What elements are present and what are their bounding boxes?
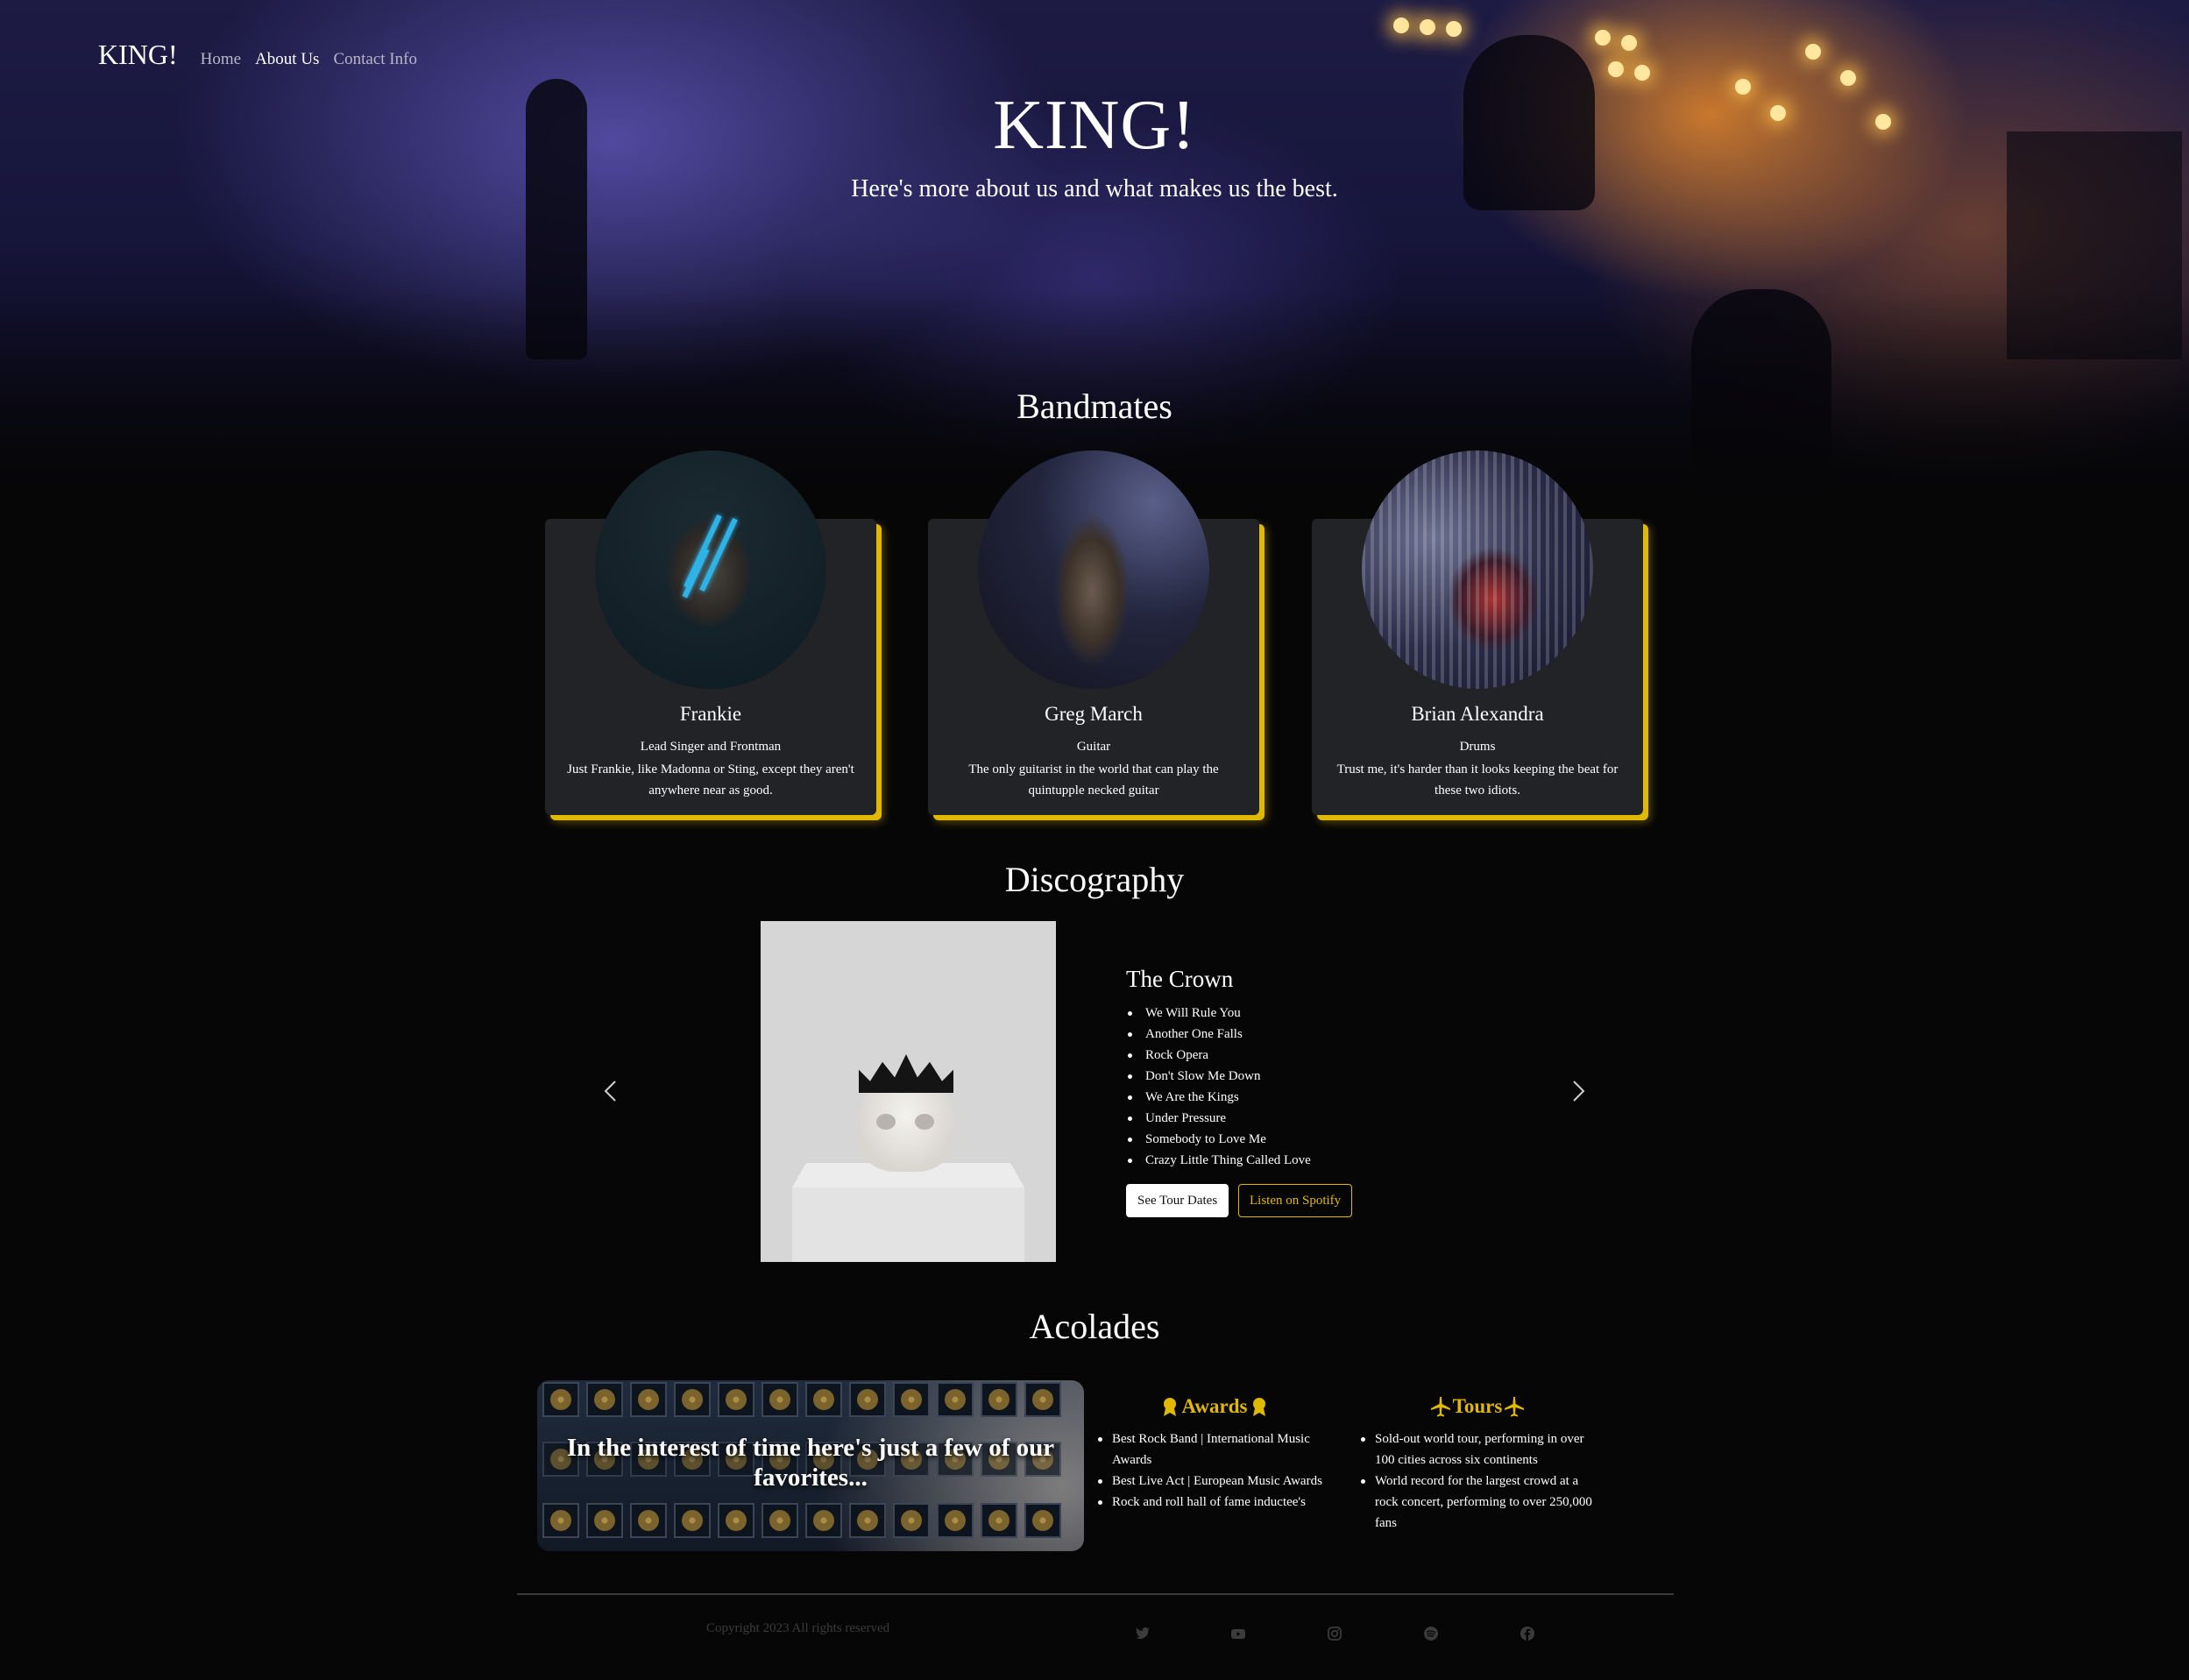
acolades-banner: In the interest of time here's just a fe… bbox=[537, 1380, 1084, 1551]
list-item: We Will Rule You bbox=[1126, 1003, 1311, 1024]
facebook-icon[interactable] bbox=[1520, 1626, 1535, 1641]
tours-heading: Tours bbox=[1452, 1395, 1503, 1417]
avatar bbox=[978, 450, 1209, 689]
awards-heading: Awards bbox=[1181, 1395, 1248, 1417]
bandmate-card-frankie: Frankie Lead Singer and Frontman Just Fr… bbox=[545, 450, 876, 815]
youtube-icon[interactable] bbox=[1230, 1626, 1246, 1641]
tours-list: Sold-out world tour, performing in over … bbox=[1359, 1428, 1596, 1534]
nav-link-about-us[interactable]: About Us bbox=[255, 50, 319, 69]
airplane-icon bbox=[1430, 1396, 1451, 1417]
nav-link-contact-info[interactable]: Contact Info bbox=[333, 50, 417, 69]
top-nav: KING! Home About Us Contact Info bbox=[98, 39, 431, 71]
list-item: Sold-out world tour, performing in over … bbox=[1359, 1428, 1596, 1471]
list-item: Don't Slow Me Down bbox=[1126, 1066, 1311, 1087]
bandmates-heading: Bandmates bbox=[1017, 386, 1172, 426]
list-item: Rock and roll hall of fame inductee's bbox=[1096, 1492, 1333, 1513]
member-role: Drums bbox=[1459, 740, 1496, 754]
hero-banner bbox=[0, 0, 2189, 526]
list-item: Best Live Act | European Music Awards bbox=[1096, 1471, 1333, 1492]
nav-link-home[interactable]: Home bbox=[201, 50, 241, 69]
list-item: Somebody to Love Me bbox=[1126, 1129, 1311, 1150]
avatar bbox=[595, 450, 826, 689]
member-name: Greg March bbox=[1045, 703, 1143, 725]
awards-list: Best Rock Band | International Music Awa… bbox=[1096, 1428, 1333, 1513]
member-role: Lead Singer and Frontman bbox=[640, 740, 782, 754]
member-role: Guitar bbox=[1076, 740, 1111, 754]
twitter-icon[interactable] bbox=[1135, 1626, 1151, 1641]
list-item: Under Pressure bbox=[1126, 1108, 1311, 1129]
list-item: Crazy Little Thing Called Love bbox=[1126, 1150, 1311, 1171]
album-title: The Crown bbox=[1126, 966, 1234, 992]
member-description: Just Frankie, like Madonna or Sting, exc… bbox=[567, 762, 854, 797]
brand-logo[interactable]: KING! bbox=[98, 39, 178, 71]
footer-divider bbox=[517, 1593, 1674, 1595]
page-title: KING! bbox=[993, 87, 1196, 164]
chevron-left-icon[interactable] bbox=[599, 1078, 625, 1104]
discography-heading: Discography bbox=[1004, 860, 1185, 899]
list-item: World record for the largest crowd at a … bbox=[1359, 1471, 1596, 1534]
tours-column: Tours Sold-out world tour, performing in… bbox=[1359, 1395, 1596, 1534]
member-description: The only guitarist in the world that can… bbox=[968, 762, 1219, 797]
copyright-text: Copyright 2023 All rights reserved bbox=[706, 1621, 890, 1635]
member-name: Brian Alexandra bbox=[1411, 703, 1544, 725]
award-icon bbox=[1249, 1396, 1270, 1417]
list-item: Best Rock Band | International Music Awa… bbox=[1096, 1428, 1333, 1471]
listen-on-spotify-button[interactable]: Listen on Spotify bbox=[1238, 1184, 1353, 1217]
acolades-heading: Acolades bbox=[1029, 1307, 1160, 1346]
album-cover bbox=[761, 921, 1056, 1262]
list-item: Another One Falls bbox=[1126, 1024, 1311, 1045]
awards-column: Awards Best Rock Band | International Mu… bbox=[1096, 1395, 1333, 1513]
award-icon bbox=[1159, 1396, 1180, 1417]
chevron-right-icon[interactable] bbox=[1564, 1078, 1590, 1104]
instagram-icon[interactable] bbox=[1327, 1626, 1342, 1641]
see-tour-dates-button[interactable]: See Tour Dates bbox=[1126, 1184, 1229, 1217]
member-name: Frankie bbox=[679, 703, 742, 725]
airplane-icon bbox=[1504, 1396, 1525, 1417]
avatar bbox=[1362, 450, 1593, 689]
list-item: We Are the Kings bbox=[1126, 1087, 1311, 1108]
track-list: We Will Rule You Another One Falls Rock … bbox=[1126, 1003, 1311, 1171]
member-description: Trust me, it's harder than it looks keep… bbox=[1336, 762, 1619, 797]
acolades-banner-text: In the interest of time here's just a fe… bbox=[566, 1434, 1055, 1492]
list-item: Rock Opera bbox=[1126, 1045, 1311, 1066]
spotify-icon[interactable] bbox=[1423, 1626, 1439, 1641]
bandmate-card-greg-march: Greg March Guitar The only guitarist in … bbox=[928, 450, 1259, 815]
bandmate-card-brian-alexandra: Brian Alexandra Drums Trust me, it's har… bbox=[1312, 450, 1643, 815]
page-subtitle: Here's more about us and what makes us t… bbox=[851, 175, 1338, 202]
